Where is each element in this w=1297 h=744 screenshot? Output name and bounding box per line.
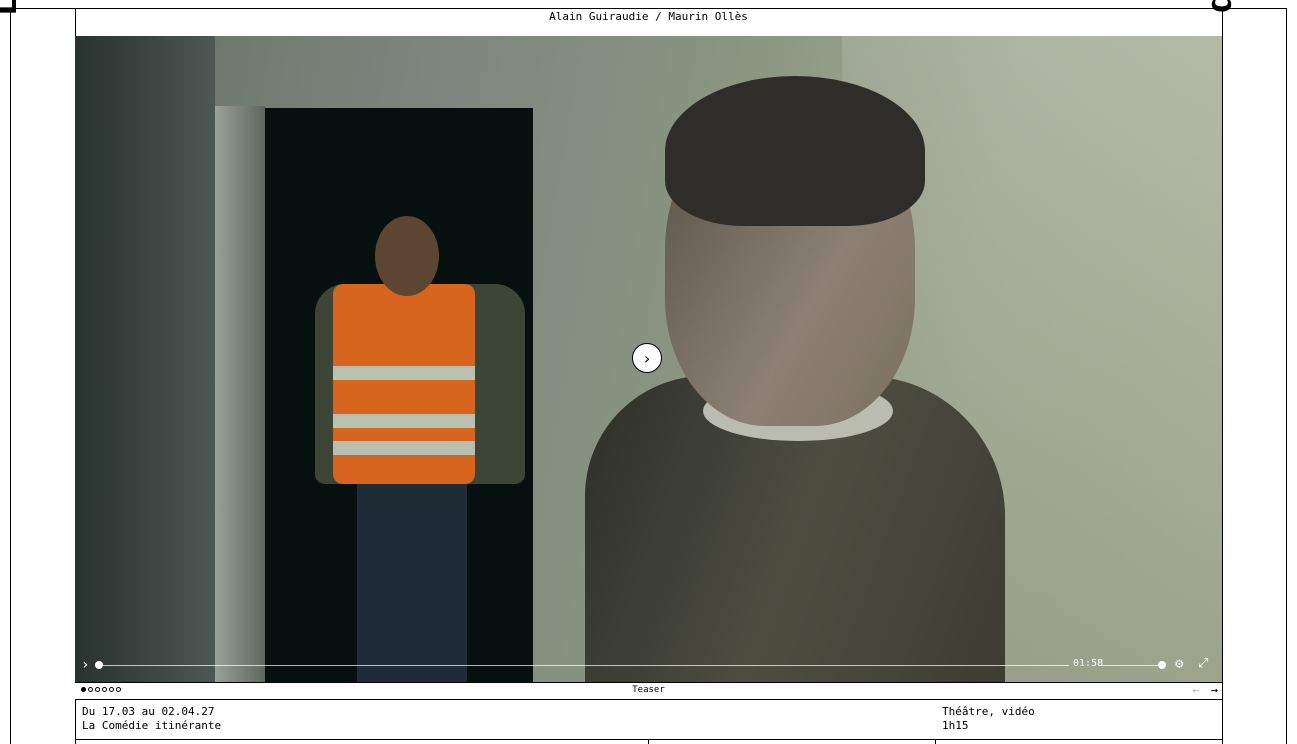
show-detail: Alain Guiraudie / Maurin Ollès › › 01:58…	[75, 9, 1222, 744]
show-info: Du 17.03 au 02.04.27 La Comédie itinéran…	[75, 699, 1222, 740]
video-controls: › 01:58 ⚙ ⤢	[75, 656, 1222, 676]
carousel-arrows: ← →	[1192, 683, 1218, 698]
show-duration: 1h15	[942, 719, 969, 732]
show-info-left: Du 17.03 au 02.04.27 La Comédie itinéran…	[82, 705, 221, 733]
video-frame-vest-stripe	[333, 414, 475, 428]
play-button[interactable]: ›	[632, 343, 662, 373]
progress-handle[interactable]	[95, 661, 103, 669]
time-display: 01:58	[1073, 658, 1104, 669]
video-frame-wall	[75, 36, 215, 691]
right-brand-column: de Valence	[1198, 0, 1287, 744]
grid-divider	[935, 740, 936, 744]
arrow-left-icon[interactable]: ←	[1192, 683, 1199, 697]
video-player[interactable]: › › 01:58 ⚙ ⤢	[75, 36, 1222, 691]
gear-icon[interactable]: ⚙	[1175, 656, 1183, 672]
volume-track[interactable]	[1100, 665, 1160, 666]
brand-left-text[interactable]: La Comédie	[0, 0, 25, 15]
video-frame-worker-head	[375, 216, 439, 296]
bottom-grid	[75, 740, 1222, 744]
show-venue[interactable]: La Comédie itinérante	[82, 719, 221, 733]
carousel-bar: Teaser ← →	[75, 682, 1222, 700]
video-frame-door	[215, 106, 265, 691]
video-frame-vest-stripe	[333, 441, 475, 455]
show-genre: Théâtre, vidéo	[942, 705, 1035, 718]
fullscreen-icon[interactable]: ⤢	[1198, 656, 1208, 671]
left-brand-column: La Comédie	[0, 0, 76, 744]
volume-handle[interactable]	[1158, 661, 1166, 669]
arrow-right-icon[interactable]: →	[1211, 683, 1218, 697]
show-credit: Alain Guiraudie / Maurin Ollès	[549, 10, 748, 23]
carousel-label: Teaser	[632, 685, 665, 695]
chevron-right-icon: ›	[642, 348, 652, 368]
grid-divider	[648, 740, 649, 744]
progress-track[interactable]	[99, 665, 1069, 666]
video-frame-man-hair	[665, 76, 925, 226]
video-frame-vest-stripe	[333, 366, 475, 380]
small-play-icon[interactable]: ›	[81, 656, 89, 674]
show-info-right: Théâtre, vidéo 1h15	[942, 705, 1035, 733]
show-dates: Du 17.03 au 02.04.27	[82, 705, 215, 718]
